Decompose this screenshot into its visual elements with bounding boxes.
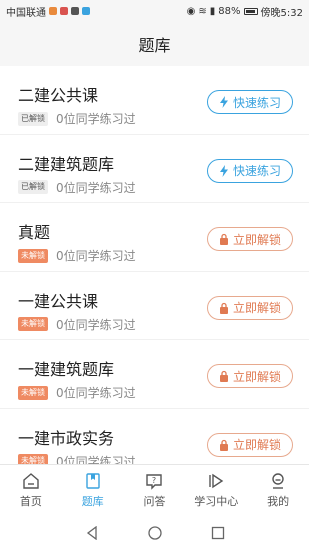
practice-count: 0位同学练习过 (56, 180, 136, 195)
tab-label: 我的 (267, 495, 290, 508)
item-title: 一建公共课 (18, 291, 99, 311)
button-label: 快速练习 (232, 164, 281, 178)
wifi-icon: ≋ (198, 5, 207, 17)
status-badge: 未解锁 (18, 454, 48, 464)
lock-icon (219, 302, 228, 314)
battery-percent: 88% (218, 5, 241, 17)
lock-icon (219, 439, 228, 451)
status-badge: 未解锁 (18, 385, 48, 400)
notification-app-icon (82, 7, 90, 15)
unlock-now-button[interactable]: 立即解锁 (207, 227, 293, 251)
clock: 傍晚5:32 (260, 7, 303, 19)
carrier-label: 中国联通 (6, 7, 46, 19)
question-bubble-icon: ? (146, 474, 163, 490)
status-bar: 中国联通 ◉ ≋ ▮ 88% 傍晚5:32 (0, 0, 309, 22)
status-left: 中国联通 (6, 4, 90, 19)
status-right: ◉ ≋ ▮ 88% 傍晚5:32 (187, 4, 303, 19)
home-icon (23, 473, 39, 489)
item-title: 二建建筑题库 (18, 154, 115, 174)
list-item[interactable]: 一建市政实务 未解锁 0位同学练习过 立即解锁 (0, 409, 309, 465)
lock-icon (219, 233, 228, 245)
unlock-now-button[interactable]: 立即解锁 (207, 295, 293, 320)
svg-text:?: ? (152, 476, 156, 485)
tab-qa[interactable]: ? 问答 (124, 465, 186, 516)
quick-practice-button[interactable]: 快速练习 (207, 158, 293, 183)
tab-mine[interactable]: 我的 (247, 465, 309, 516)
tab-label: 首页 (19, 495, 42, 508)
item-meta: 已解锁 0位同学练习过 (18, 179, 136, 196)
practice-count: 0位同学练习过 (56, 386, 136, 400)
message-icon (71, 7, 79, 15)
list-item[interactable]: 一建建筑题库 未解锁 0位同学练习过 立即解锁 (0, 340, 309, 409)
item-title: 二建公共课 (18, 86, 99, 105)
tab-label: 问答 (143, 495, 166, 508)
bookmark-book-icon (85, 473, 100, 489)
button-label: 立即解锁 (232, 232, 281, 247)
button-label: 立即解锁 (232, 438, 281, 452)
list-item[interactable]: 二建建筑题库 已解锁 0位同学练习过 快速练习 (0, 135, 309, 203)
practice-count: 0位同学练习过 (56, 317, 136, 332)
unlock-now-button[interactable]: 立即解锁 (207, 364, 293, 388)
back-triangle-icon[interactable] (85, 526, 99, 540)
system-navigation-bar (0, 516, 309, 550)
recents-square-icon[interactable] (211, 526, 225, 540)
title-bar: 题库 (0, 22, 309, 66)
battery-icon (243, 7, 258, 15)
item-title: 一建市政实务 (18, 428, 115, 448)
button-label: 立即解锁 (232, 301, 281, 315)
item-title: 一建建筑题库 (18, 360, 115, 379)
button-label: 快速练习 (232, 95, 281, 110)
signal-icon: ▮ (209, 5, 216, 17)
tab-label: 学习中心 (194, 495, 239, 508)
practice-count: 0位同学练习过 (56, 249, 136, 263)
status-badge: 未解锁 (18, 248, 48, 263)
item-meta: 未解锁 0位同学练习过 (18, 384, 136, 401)
quick-practice-button[interactable]: 快速练习 (207, 90, 293, 114)
item-title: 真题 (18, 223, 51, 242)
eye-icon: ◉ (186, 5, 196, 17)
tab-home[interactable]: 首页 (0, 465, 62, 516)
status-badge: 未解锁 (18, 317, 48, 331)
page-title: 题库 (138, 36, 171, 55)
home-circle-icon[interactable] (147, 526, 162, 540)
tab-study-center[interactable]: 学习中心 (185, 465, 247, 516)
tab-question-bank[interactable]: 题库 (62, 465, 124, 516)
item-meta: 未解锁 0位同学练习过 (18, 453, 136, 465)
list-item[interactable]: 真题 未解锁 0位同学练习过 立即解锁 (0, 203, 309, 272)
lock-icon (219, 370, 228, 382)
practice-count: 0位同学练习过 (56, 454, 136, 465)
list-item[interactable]: 二建公共课 已解锁 0位同学练习过 快速练习 (0, 66, 309, 135)
lightning-icon (219, 164, 228, 177)
play-icon (209, 473, 224, 489)
item-meta: 未解锁 0位同学练习过 (18, 316, 136, 333)
notification-app-icon (60, 7, 68, 15)
practice-count: 0位同学练习过 (56, 112, 136, 126)
unlock-now-button[interactable]: 立即解锁 (207, 432, 293, 457)
button-label: 立即解锁 (232, 369, 281, 384)
item-meta: 未解锁 0位同学练习过 (18, 247, 136, 264)
notification-app-icon (49, 7, 57, 15)
status-badge: 已解锁 (18, 111, 48, 126)
bottom-tab-bar: 首页 题库 ? 问答 学习中心 我的 (0, 464, 309, 516)
list-item[interactable]: 一建公共课 未解锁 0位同学练习过 立即解锁 (0, 272, 309, 340)
tab-label: 题库 (81, 495, 104, 508)
user-icon (272, 473, 284, 489)
lightning-icon (219, 96, 228, 108)
status-badge: 已解锁 (18, 180, 48, 194)
item-meta: 已解锁 0位同学练习过 (18, 110, 136, 127)
question-bank-list: 二建公共课 已解锁 0位同学练习过 快速练习 二建建筑题库 已解锁 0位同学练习… (0, 66, 309, 464)
